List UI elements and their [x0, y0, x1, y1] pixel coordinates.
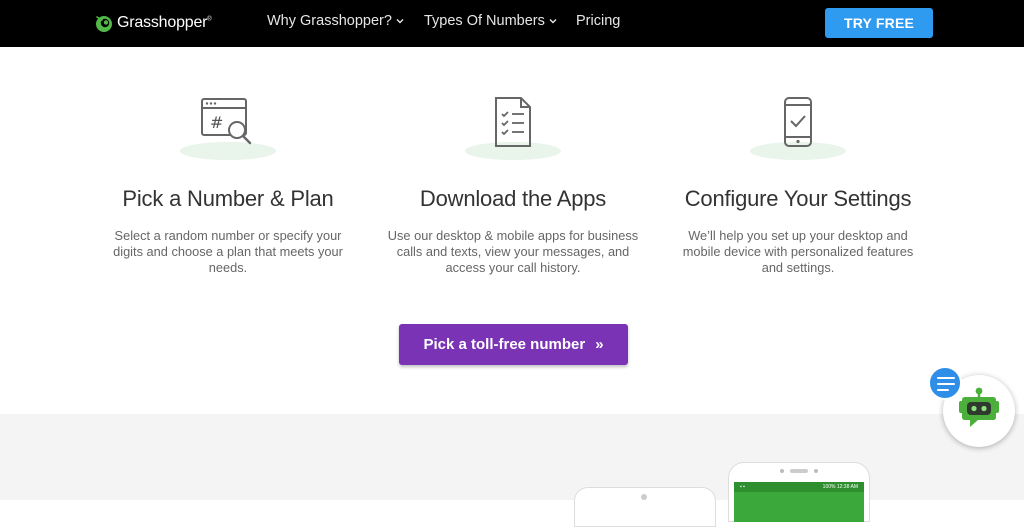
feature-description: Select a random number or specify your d…: [113, 228, 343, 275]
grasshopper-logo[interactable]: Grasshopper®: [94, 10, 212, 36]
feature-title: Configure Your Settings: [684, 186, 912, 211]
double-chevron-right-icon: »: [595, 336, 604, 353]
nav-types-of-numbers[interactable]: Types Of Numbers: [424, 13, 558, 29]
chat-menu-button[interactable]: [928, 366, 962, 400]
chevron-down-icon: [396, 19, 404, 24]
number-search-icon: #: [201, 98, 252, 145]
phone-status-bar: ▪ ▪ 100% 12:38 AM: [734, 482, 864, 492]
cta-label: Pick a toll-free number: [423, 336, 586, 353]
camera-dot: [641, 494, 647, 500]
nav-why-grasshopper[interactable]: Why Grasshopper?: [267, 13, 405, 29]
feature-pick-number: # Pick a Number & Plan Select a random n…: [86, 90, 370, 276]
nav-label: Pricing: [576, 13, 621, 29]
feature-icon-area: [371, 90, 655, 162]
status-icons: ▪ ▪: [740, 484, 745, 490]
phone-mockup: [574, 487, 716, 527]
svg-text:#: #: [210, 113, 223, 132]
feature-title: Pick a Number & Plan: [122, 186, 334, 211]
nav-label: Why Grasshopper?: [267, 13, 392, 29]
logo-text: Grasshopper®: [117, 14, 212, 31]
feature-download-apps: Download the Apps Use our desktop & mobi…: [371, 90, 655, 276]
status-right: 100% 12:38 AM: [822, 484, 858, 490]
menu-lines-icon: [937, 377, 955, 391]
pick-toll-free-number-button[interactable]: Pick a toll-free number »: [399, 324, 628, 365]
phone-mockup-android: ▪ ▪ 100% 12:38 AM: [728, 462, 870, 522]
feature-title: Download the Apps: [419, 186, 607, 211]
feature-description: Use our desktop & mobile apps for busine…: [387, 228, 639, 275]
nav-pricing[interactable]: Pricing: [576, 13, 620, 29]
nav-label: Types Of Numbers: [424, 13, 545, 29]
top-nav-bar: Grasshopper® Why Grasshopper? Types Of N…: [0, 0, 1024, 47]
feature-icon-area: [656, 90, 940, 162]
phone-sensors: [729, 469, 869, 473]
checklist-document-icon: [495, 97, 531, 147]
phone-screen: ▪ ▪ 100% 12:38 AM: [734, 482, 864, 522]
try-free-button[interactable]: TRY FREE: [825, 8, 933, 38]
chevron-down-icon: [549, 19, 557, 24]
app-preview-section: [0, 414, 1024, 500]
feature-description: We’ll help you set up your desktop and m…: [682, 228, 914, 275]
feature-configure-settings: Configure Your Settings We’ll help you s…: [656, 90, 940, 276]
grasshopper-logo-icon: [96, 16, 112, 32]
robot-icon: [959, 387, 999, 427]
feature-icon-area: #: [86, 90, 370, 162]
phone-check-icon: [784, 97, 812, 147]
